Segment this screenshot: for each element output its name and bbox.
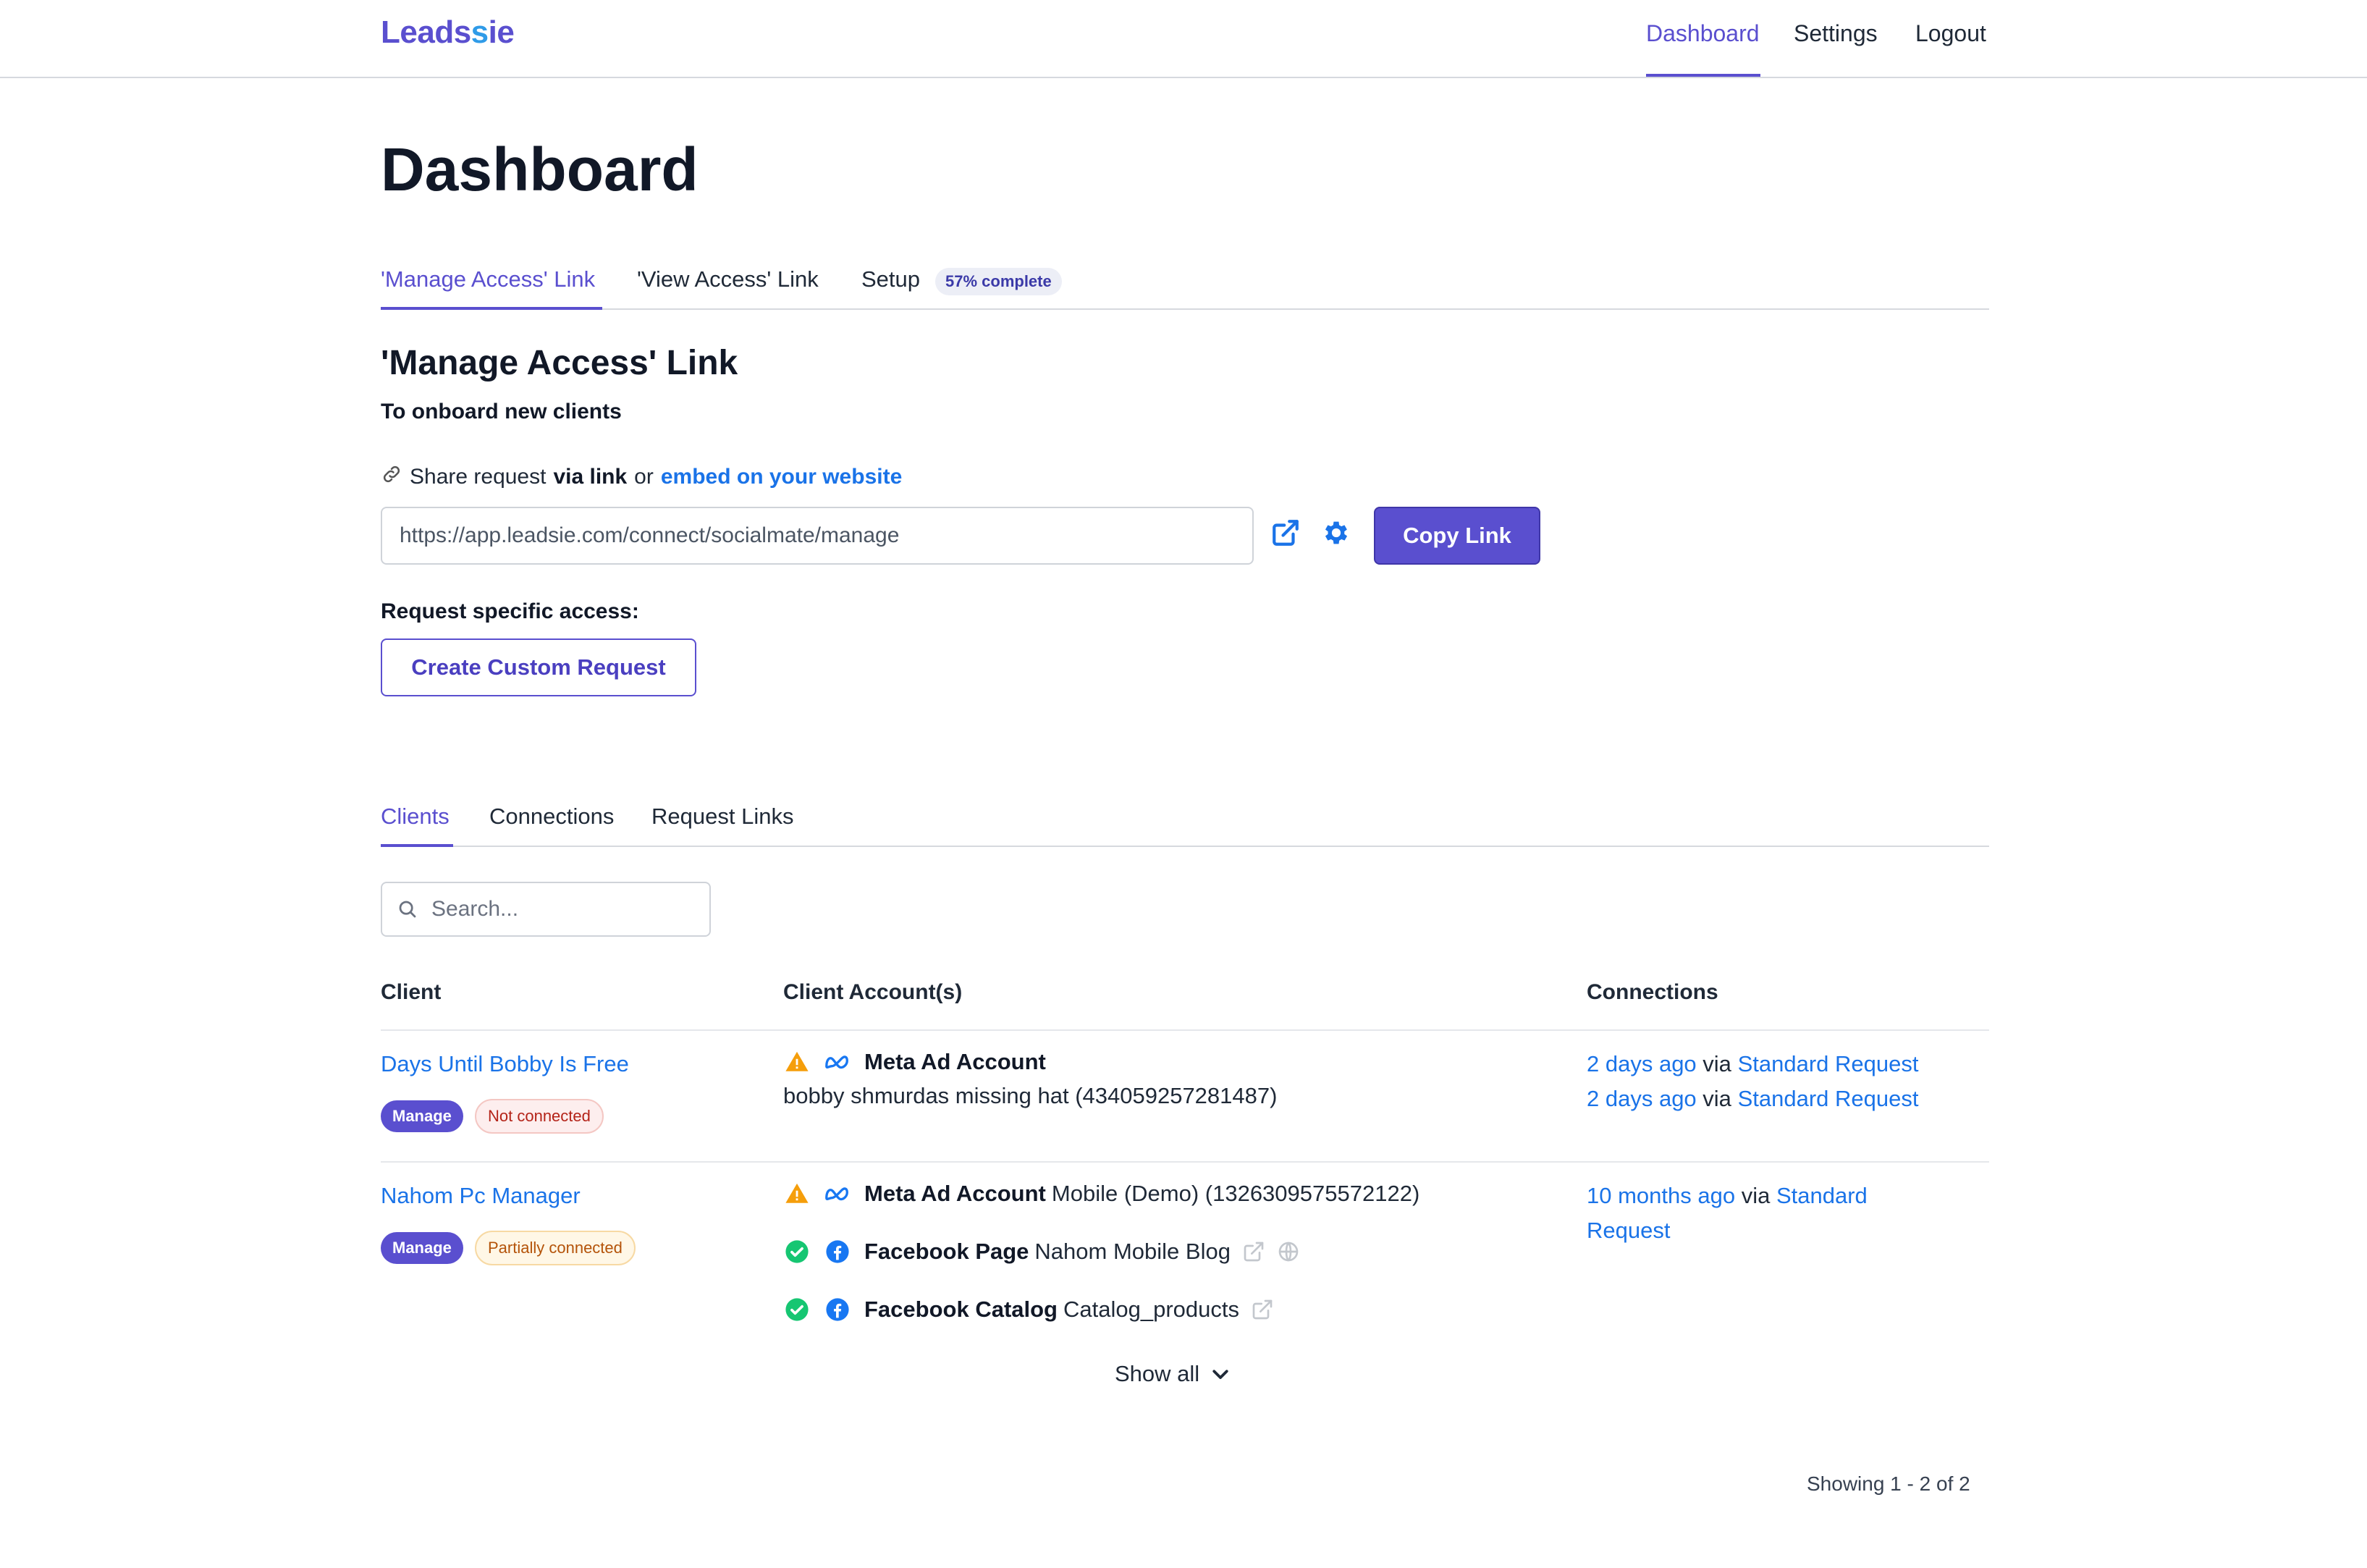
open-link-icon[interactable] [1268, 515, 1303, 550]
connection-time-link[interactable]: 10 months ago [1587, 1183, 1735, 1208]
header-client-accounts: Client Account(s) [783, 980, 963, 1004]
copy-link-button[interactable]: Copy Link [1374, 507, 1540, 565]
status-badge: Not connected [475, 1099, 604, 1134]
nav-active-indicator [1646, 74, 1760, 77]
connection-source-link[interactable]: Standard Request [1738, 1086, 1919, 1111]
embed-website-link[interactable]: embed on your website [661, 465, 902, 489]
pagination-summary: Showing 1 - 2 of 2 [1807, 1472, 1970, 1495]
header-client: Client [381, 980, 442, 1004]
external-link-icon[interactable] [1251, 1298, 1274, 1321]
clients-tabs: Clients Connections Request Links [381, 799, 1989, 847]
client-name-link[interactable]: Nahom Pc Manager [381, 1183, 581, 1209]
client-name-link[interactable]: Days Until Bobby Is Free [381, 1051, 629, 1077]
tab-setup[interactable]: Setup [861, 266, 920, 292]
status-badge: Partially connected [475, 1231, 636, 1265]
meta-icon [824, 1048, 851, 1076]
account-type: Meta Ad Account [864, 1049, 1046, 1074]
warning-icon [783, 1180, 811, 1207]
share-or: or [634, 465, 654, 489]
connection-time-link[interactable]: 2 days ago [1587, 1086, 1697, 1111]
account-name: bobby shmurdas missing hat (434059257281… [783, 1083, 1278, 1108]
show-all-toggle[interactable]: Show all [1115, 1361, 1231, 1387]
nav-logout[interactable]: Logout [1915, 20, 1986, 47]
table-row-divider [381, 1161, 1989, 1163]
meta-icon [824, 1180, 851, 1207]
search-input[interactable] [431, 897, 692, 922]
external-link-icon[interactable] [1242, 1240, 1265, 1263]
access-link-tabs: 'Manage Access' Link 'View Access' Link … [381, 261, 1989, 310]
nav-dashboard[interactable]: Dashboard [1646, 20, 1760, 47]
account-name: Mobile (Demo) (1326309575572122) [1051, 1181, 1420, 1206]
create-custom-request-button[interactable]: Create Custom Request [381, 638, 696, 696]
globe-icon[interactable] [1277, 1240, 1300, 1263]
account-name: Nahom Mobile Blog [1034, 1239, 1231, 1264]
table-header-divider [381, 1029, 1989, 1031]
account-line: Meta Ad Account [783, 1048, 1052, 1076]
top-navbar: Leadssie Dashboard Settings Logout [0, 0, 2367, 78]
nav-settings[interactable]: Settings [1794, 20, 1878, 47]
share-request-line: Share request via link or embed on your … [381, 463, 902, 491]
setup-progress-badge: 57% complete [935, 268, 1062, 295]
facebook-icon [824, 1296, 851, 1323]
tab-active-indicator [381, 307, 602, 310]
tab-connections[interactable]: Connections [489, 804, 614, 830]
connection-entry: 2 days ago via Standard Request [1587, 1051, 1919, 1076]
connection-time-link[interactable]: 2 days ago [1587, 1051, 1697, 1076]
manage-badge[interactable]: Manage [381, 1100, 463, 1132]
search-box [381, 882, 711, 937]
connection-entry-cont: Request [1587, 1218, 1670, 1244]
chevron-down-icon [1212, 1370, 1228, 1379]
share-via-link: via link [553, 465, 628, 489]
tab-manage-access[interactable]: 'Manage Access' Link [381, 266, 595, 292]
header-connections: Connections [1587, 980, 1718, 1004]
connection-entry: 10 months ago via Standard [1587, 1183, 1868, 1208]
request-specific-label: Request specific access: [381, 599, 639, 623]
connection-source-link[interactable]: Request [1587, 1218, 1670, 1243]
gear-icon[interactable] [1319, 515, 1354, 550]
search-icon [399, 901, 416, 918]
account-type: Facebook Catalog [864, 1297, 1058, 1322]
section-subtitle: To onboard new clients [381, 400, 622, 423]
section-title: 'Manage Access' Link [381, 344, 738, 382]
page-title: Dashboard [381, 135, 699, 203]
manage-badge[interactable]: Manage [381, 1232, 463, 1264]
facebook-icon [824, 1238, 851, 1265]
tab-request-links[interactable]: Request Links [651, 804, 793, 830]
account-type: Facebook Page [864, 1239, 1029, 1264]
share-prefix: Share request [410, 465, 547, 489]
check-circle-icon [783, 1296, 811, 1323]
tab-view-access[interactable]: 'View Access' Link [637, 266, 819, 292]
account-name: Catalog_products [1063, 1297, 1239, 1322]
leadsie-logo[interactable]: Leadssie [381, 14, 515, 51]
link-icon [381, 463, 402, 491]
connection-source-link[interactable]: Standard [1776, 1183, 1868, 1208]
account-line: Facebook Catalog Catalog_products [783, 1296, 1274, 1323]
warning-icon [783, 1048, 811, 1076]
connection-entry: 2 days ago via Standard Request [1587, 1086, 1919, 1111]
connection-source-link[interactable]: Standard Request [1738, 1051, 1919, 1076]
account-line: Meta Ad Account Mobile (Demo) (132630957… [783, 1180, 1419, 1207]
tab-active-indicator [381, 844, 453, 847]
check-circle-icon [783, 1238, 811, 1265]
show-all-label: Show all [1115, 1361, 1200, 1386]
account-line: Facebook Page Nahom Mobile Blog [783, 1238, 1300, 1265]
request-url-field[interactable] [381, 507, 1254, 565]
tab-clients[interactable]: Clients [381, 804, 450, 830]
account-type: Meta Ad Account [864, 1181, 1046, 1206]
